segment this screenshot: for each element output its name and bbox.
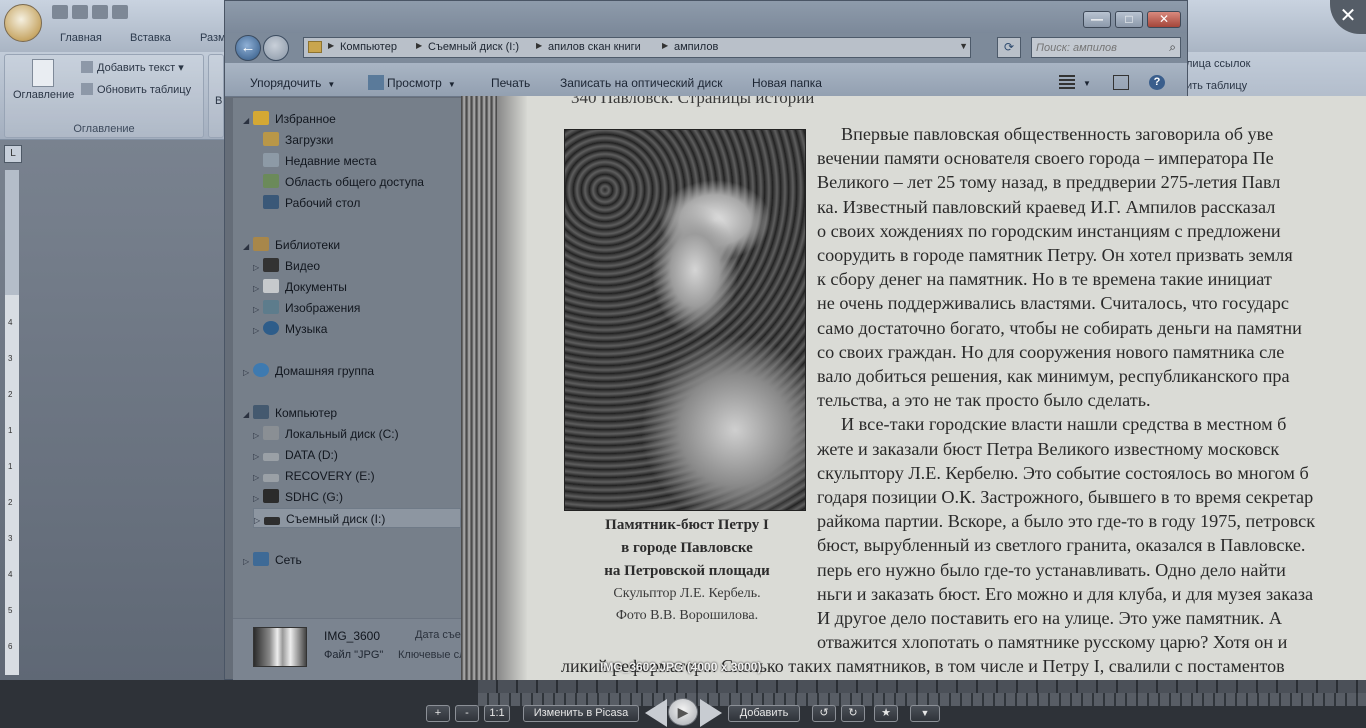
body-text-line: бюст, вырубленный из светлого гранита, о…: [817, 535, 1306, 556]
caption-line: Памятник-бюст Петру I: [605, 517, 769, 533]
viewer-close-button[interactable]: ✕: [1330, 0, 1366, 34]
body-text-line: скульптору Л.Е. Кербелю. Это событие сос…: [817, 462, 1309, 483]
body-text-line: со своих граждан. Но для сооружения ново…: [817, 341, 1285, 362]
zoom-out-button[interactable]: -: [455, 705, 479, 722]
caption-credit: Фото В.В. Ворошилова.: [615, 608, 759, 623]
body-text-line: вечении памяти основателя своего города …: [817, 148, 1274, 169]
body-text-line: ньги и заказать бюст. Его можно и для кл…: [817, 583, 1314, 604]
body-text-line: жете и заказали бюст Петра Великого изве…: [817, 438, 1280, 459]
body-text-line: тельства, а это не так просто было сдела…: [817, 390, 1151, 411]
play-button[interactable]: ▶: [668, 698, 698, 726]
body-text-line: годаря позиции О.К. Застрожного, бывшего…: [817, 487, 1314, 508]
next-arrow-icon[interactable]: [700, 699, 722, 727]
body-text-line: И все-таки городские власти нашли средст…: [841, 414, 1287, 435]
edit-in-picasa-button[interactable]: Изменить в Picasa: [523, 705, 639, 722]
actual-size-button[interactable]: 1:1: [484, 705, 510, 722]
rotate-left-button[interactable]: ↺: [812, 705, 836, 722]
body-text-line: отважится хлопотать о памятнике русскому…: [817, 632, 1288, 653]
body-text-line: Впервые павловская общественность загово…: [841, 124, 1274, 144]
star-button[interactable]: ★: [874, 705, 898, 722]
caption-line: на Петровской площади: [604, 563, 770, 579]
rotate-right-button[interactable]: ↻: [841, 705, 865, 722]
body-text-line: о своих хождениях по городским инстанция…: [817, 220, 1281, 241]
page-gutter-shadow: [497, 96, 527, 680]
play-icon: ▶: [677, 704, 689, 720]
body-text-line: вало добиться решения, как минимум, респ…: [817, 366, 1290, 387]
body-text-line: перь его нужно было где-то устанавливать…: [817, 559, 1286, 580]
zoom-in-button[interactable]: +: [426, 705, 450, 722]
body-text-line: райкома партии. Вскоре, а было это где-т…: [817, 511, 1316, 532]
page-body-text: Впервые павловская общественность загово…: [817, 122, 1366, 654]
book-page-edges: [461, 96, 497, 680]
body-text-line: ка. Известный павловский краевед И.Г. Ам…: [817, 196, 1276, 217]
photo-viewer: ✕ 340 Павловск. Страницы истории Памятни…: [0, 0, 1366, 728]
body-text-line: к сбору денег на памятник. Но в те време…: [817, 269, 1272, 290]
close-icon: ✕: [1339, 5, 1357, 27]
photo-caption: Памятник-бюст Петру I в городе Павловске…: [561, 514, 813, 627]
body-text-line: соорудить в городе памятник Петру. Он хо…: [817, 245, 1293, 266]
caption-line: в городе Павловске: [621, 540, 753, 556]
body-text-line: И другое дело поставить его на улице. Эт…: [817, 608, 1282, 629]
body-text-line: само достаточно богато, чтобы не собират…: [817, 317, 1302, 338]
bust-photo: [564, 129, 806, 511]
running-head: 340 Павловск. Страницы истории: [571, 96, 815, 107]
body-text-line: не очень поддерживались властями. Считал…: [817, 293, 1289, 314]
add-button[interactable]: Добавить: [728, 705, 800, 722]
caption-credit: Скульптор Л.Е. Кербель.: [613, 586, 761, 601]
body-text-line: Великого – лет 25 тому назад, в преддвер…: [817, 172, 1281, 193]
photo-image[interactable]: 340 Павловск. Страницы истории Памятник-…: [461, 96, 1366, 680]
more-options-button[interactable]: ▼: [910, 705, 940, 722]
image-info-label: IMG_3602.JPG (4000 x 3000): [600, 660, 762, 674]
previous-arrow-icon[interactable]: [645, 699, 667, 727]
